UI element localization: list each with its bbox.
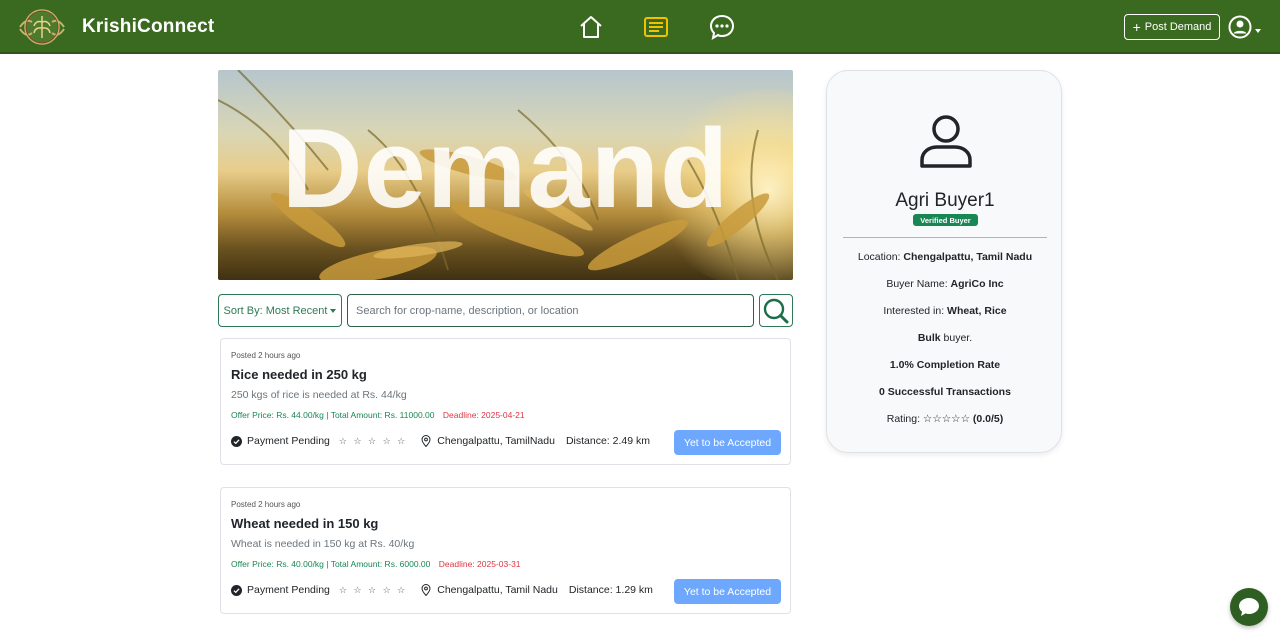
bulk-rest: buyer. — [940, 332, 973, 344]
demand-description: 250 kgs of rice is needed at Rs. 44/kg — [231, 389, 407, 401]
search-icon — [763, 298, 789, 323]
location-text: Chengalpattu, Tamil Nadu — [437, 584, 558, 596]
user-icon — [920, 115, 972, 168]
location-pin-icon — [421, 435, 431, 447]
top-navbar: KrishiConnect + Post Demand — [0, 0, 1280, 54]
post-demand-label: Post Demand — [1144, 21, 1212, 33]
status-button[interactable]: Yet to be Accepted — [674, 579, 781, 604]
post-demand-button[interactable]: + Post Demand — [1124, 14, 1220, 40]
location-value: Chengalpattu, Tamil Nadu — [903, 251, 1033, 263]
offer-price: Offer Price: Rs. 44.00/kg | Total Amount… — [231, 410, 435, 420]
floating-chat-button[interactable] — [1230, 588, 1268, 626]
verified-badge: Verified Buyer — [913, 214, 978, 226]
interested-value: Wheat, Rice — [947, 305, 1007, 317]
demand-meta: Payment Pending ☆ ☆ ☆ ☆ ☆ Chengalpattu, … — [231, 435, 650, 447]
buyer-profile-card: Agri Buyer1 Verified Buyer Location: Che… — [826, 70, 1062, 453]
sort-label: Sort By: Most Recent — [223, 304, 328, 317]
demand-description: Wheat is needed in 150 kg at Rs. 40/kg — [231, 538, 415, 550]
offer-price: Offer Price: Rs. 40.00/kg | Total Amount… — [231, 559, 431, 569]
deadline: Deadline: 2025-04-21 — [442, 410, 525, 420]
distance: Distance: 1.29 km — [568, 584, 653, 596]
deadline: Deadline: 2025-03-31 — [438, 559, 521, 569]
buyer-name-label: Buyer Name: — [886, 278, 951, 290]
chevron-down-icon — [1255, 29, 1261, 33]
interested-line: Interested in: Wheat, Rice — [827, 305, 1063, 317]
user-menu[interactable] — [1228, 15, 1261, 39]
demand-card[interactable]: Posted 2 hours ago Rice needed in 250 kg… — [220, 338, 791, 465]
check-circle-icon — [231, 435, 242, 447]
buyer-name-value: AgriCo Inc — [950, 278, 1004, 290]
status-button[interactable]: Yet to be Accepted — [674, 430, 781, 455]
rating-stars: ☆ ☆ ☆ ☆ ☆ — [338, 435, 408, 446]
demand-card[interactable]: Posted 2 hours ago Wheat needed in 150 k… — [220, 487, 791, 614]
chevron-down-icon — [330, 308, 337, 313]
posted-time: Posted 2 hours ago — [231, 500, 301, 509]
interested-label: Interested in: — [883, 305, 948, 317]
distance: Distance: 2.49 km — [565, 435, 650, 447]
sort-dropdown-button[interactable]: Sort By: Most Recent — [218, 294, 342, 327]
demands-icon[interactable] — [642, 13, 670, 41]
search-button[interactable] — [759, 294, 793, 327]
rating-value: ☆☆☆☆☆ (0.0/5) — [922, 413, 1004, 425]
posted-time: Posted 2 hours ago — [231, 351, 301, 360]
demand-meta: Payment Pending ☆ ☆ ☆ ☆ ☆ Chengalpattu, … — [231, 584, 653, 596]
location-line: Location: Chengalpattu, Tamil Nadu — [827, 251, 1063, 263]
divider — [843, 237, 1047, 238]
location-text: Chengalpattu, TamilNadu — [437, 435, 555, 447]
hero-banner: Demand — [218, 70, 793, 280]
search-input[interactable] — [347, 294, 754, 327]
hero-title: Demand — [281, 106, 730, 231]
buyer-name-heading: Agri Buyer1 — [895, 190, 995, 211]
location-label: Location: — [857, 251, 904, 263]
bulk-line: Bulk buyer. — [827, 332, 1063, 344]
completion-rate-value: 1.0% Completion Rate — [889, 359, 1001, 371]
bulk-bold: Bulk — [917, 332, 941, 344]
brand-name: KrishiConnect — [82, 16, 215, 37]
krishiconnect-logo-icon — [19, 9, 65, 45]
demand-price-line: Offer Price: Rs. 40.00/kg | Total Amount… — [231, 559, 521, 569]
chat-bubble-icon — [1239, 598, 1259, 616]
user-avatar-icon — [1228, 15, 1252, 39]
transactions: 0 Successful Transactions — [827, 386, 1063, 398]
brand[interactable]: KrishiConnect — [18, 8, 214, 46]
transactions-value: 0 Successful Transactions — [879, 386, 1011, 398]
payment-status: Payment Pending — [247, 435, 330, 447]
location-pin-icon — [421, 584, 431, 596]
chat-icon[interactable] — [708, 13, 736, 41]
payment-status: Payment Pending — [247, 584, 330, 596]
completion-rate: 1.0% Completion Rate — [827, 359, 1063, 371]
demand-title: Rice needed in 250 kg — [231, 367, 367, 382]
plus-icon: + — [1132, 19, 1141, 35]
demand-title: Wheat needed in 150 kg — [231, 516, 379, 531]
rating-stars: ☆ ☆ ☆ ☆ ☆ — [338, 584, 408, 595]
location: Chengalpattu, Tamil Nadu — [421, 584, 558, 596]
buyer-name-line: Buyer Name: AgriCo Inc — [827, 278, 1063, 290]
home-icon[interactable] — [577, 13, 605, 41]
check-circle-icon — [231, 584, 242, 596]
rating-line: Rating: ☆☆☆☆☆ (0.0/5) — [827, 413, 1063, 425]
demand-price-line: Offer Price: Rs. 44.00/kg | Total Amount… — [231, 410, 525, 420]
rating-label: Rating: — [886, 413, 923, 425]
location: Chengalpattu, TamilNadu — [421, 435, 555, 447]
